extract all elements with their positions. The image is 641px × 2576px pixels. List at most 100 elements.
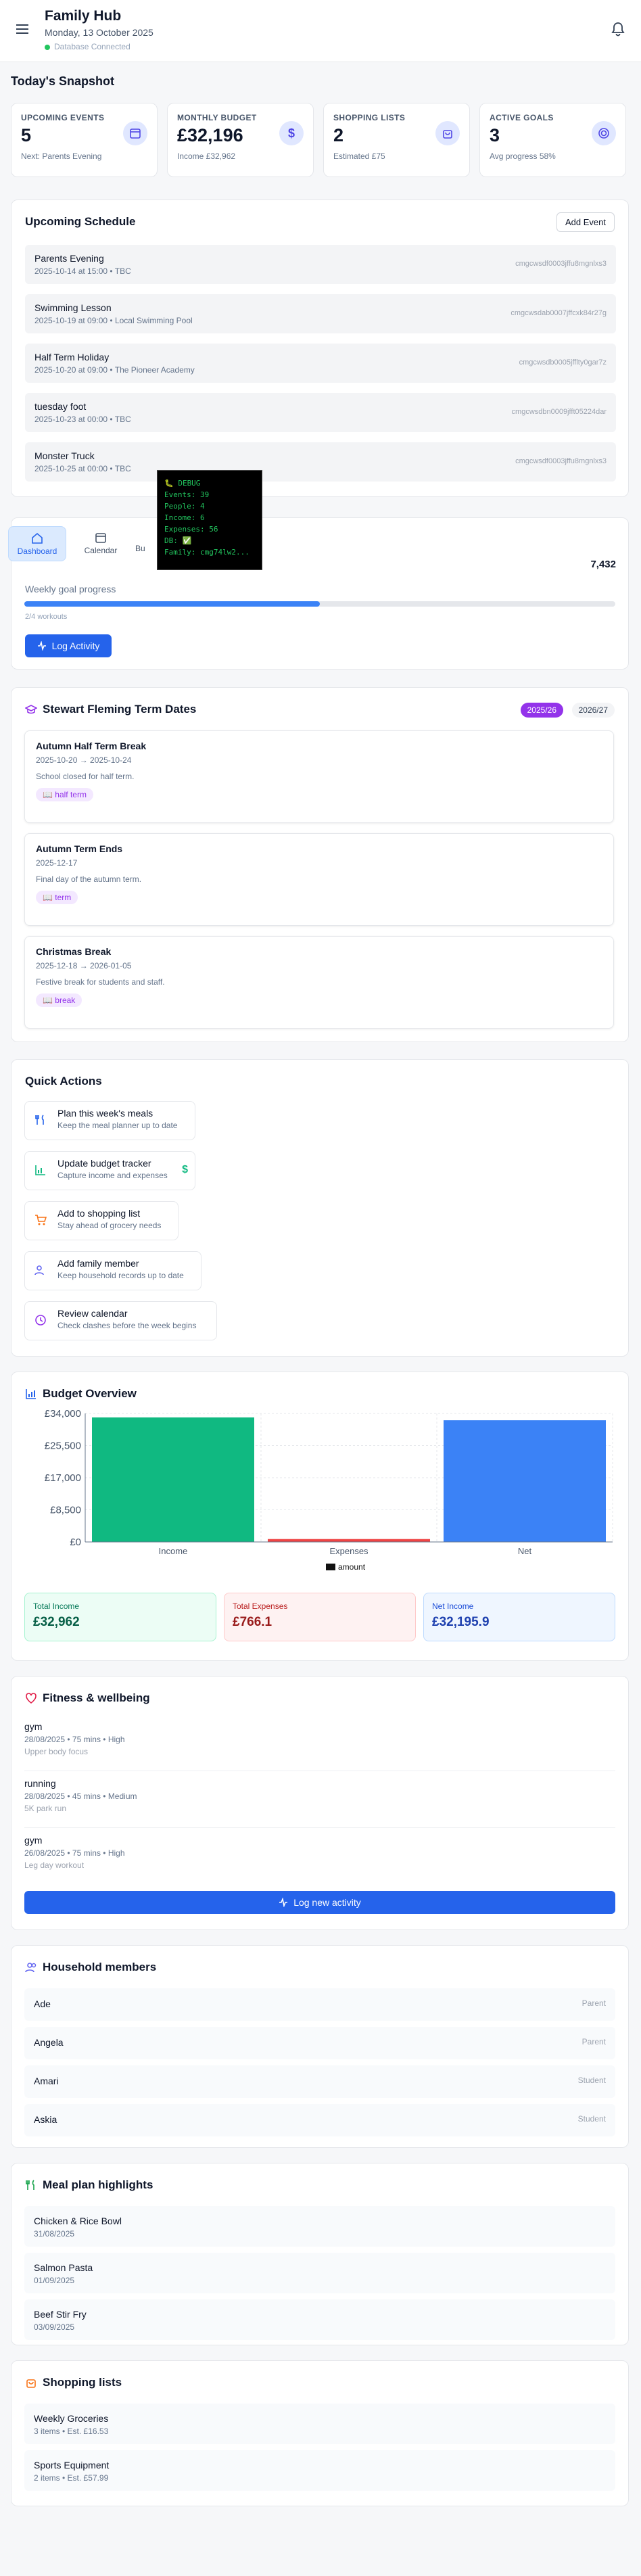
fitness-item[interactable]: running 28/08/2025 • 45 mins • Medium 5K p… — [24, 1778, 615, 1828]
debug-line: 🐛 DEBUG — [164, 479, 201, 488]
event-id: cmgcwsdb0005jffl​ty0gar7z — [519, 358, 607, 367]
list-meta: 2 items • Est. £57.99 — [34, 2473, 109, 2483]
member-role: Student — [577, 2114, 606, 2124]
bar-expenses — [268, 1539, 430, 1542]
event-detail: 2025-10-25 at 00:00 • TBC — [34, 464, 131, 473]
home-icon — [32, 532, 43, 544]
member-name: Ade — [34, 1998, 51, 2009]
year-tab-active[interactable]: 2025/26 — [520, 703, 563, 718]
tab-calendar[interactable]: Calendar — [72, 526, 130, 561]
term-desc: Final day of the autumn term. — [36, 874, 142, 884]
tab-dashboard[interactable]: Dashboard — [8, 526, 66, 561]
term-title-row: Stewart Fleming Term Dates — [25, 703, 196, 716]
add-event-button[interactable]: Add Event — [556, 212, 615, 232]
member-name: Askia — [34, 2114, 57, 2125]
total-income-card: Total Income £32,962 — [24, 1593, 216, 1641]
menu-icon[interactable] — [16, 24, 28, 34]
stat-label: UPCOMING EVENTS — [21, 113, 105, 122]
activity-note: Upper body focus — [24, 1747, 89, 1756]
meal-item[interactable]: Salmon Pasta 01/09/2025 — [24, 2253, 615, 2293]
quick-action[interactable]: Plan this week's meals Keep the meal plan… — [24, 1101, 195, 1140]
meal-name: Chicken & Rice Bowl — [34, 2216, 122, 2226]
action-name: Review calendar — [57, 1308, 128, 1319]
meal-date: 03/09/2025 — [34, 2322, 75, 2332]
debug-line: DB: ✅ — [164, 536, 192, 545]
db-status: Database Connected — [45, 42, 130, 51]
stat-card-shopping[interactable]: SHOPPING LISTS 2 Estimated £75 — [323, 103, 470, 177]
schedule-item[interactable]: Half Term Holiday 2025-10-20 at 09:00 • T… — [25, 344, 616, 383]
log-new-activity-button[interactable]: Log new activity — [24, 1891, 615, 1914]
action-sub: Check clashes before the week begins — [57, 1321, 197, 1330]
activity-name: gym — [24, 1721, 43, 1732]
stat-sub: Estimated £75 — [333, 151, 385, 161]
stat-card-goals[interactable]: ACTIVE GOALS 3 Avg progress 58% — [479, 103, 626, 177]
quick-action[interactable]: Add family member Keep household records … — [24, 1251, 201, 1290]
schedule-card: Upcoming Schedule Add Event Parents Even… — [11, 200, 629, 497]
schedule-title: Upcoming Schedule — [25, 215, 136, 228]
users-icon — [34, 1265, 44, 1275]
term-desc: School closed for half term. — [36, 772, 135, 781]
schedule-item[interactable]: Parents Evening 2025-10-14 at 15:00 • TBC… — [25, 245, 616, 284]
term-tag: 📖 term — [36, 891, 78, 904]
action-sub: Keep the meal planner up to date — [57, 1121, 178, 1130]
stat-label: MONTHLY BUDGET — [177, 113, 257, 122]
tag-label: break — [55, 996, 76, 1005]
meals-title-row: Meal plan highlights — [25, 2178, 153, 2192]
bottom-nav: Dashboard Calendar Bu — [8, 526, 162, 563]
users-icon — [25, 1963, 37, 1973]
activity-icon — [279, 1898, 288, 1907]
member-row[interactable]: Askia Student — [24, 2104, 615, 2136]
x-tick-label: Expenses — [329, 1546, 369, 1556]
action-name: Update budget tracker — [57, 1158, 151, 1169]
members-title: Household members — [43, 1961, 157, 1973]
list-name: Sports Equipment — [34, 2460, 110, 2470]
term-item[interactable]: Autumn Term Ends 2025-12-17 Final day of t… — [24, 833, 614, 926]
action-name: Add family member — [57, 1258, 139, 1269]
quick-action[interactable]: Add to shopping list Stay ahead of grocer… — [24, 1201, 179, 1240]
activity-name: gym — [24, 1835, 43, 1846]
meal-date: 31/08/2025 — [34, 2229, 75, 2239]
quick-action[interactable]: Review calendar Check clashes before the … — [24, 1301, 217, 1340]
quick-action[interactable]: Update budget tracker Capture income and … — [24, 1151, 195, 1190]
fitness-item[interactable]: gym 26/08/2025 • 75 mins • High Leg day wo… — [24, 1835, 615, 1878]
shopping-list[interactable]: Sports Equipment 2 items • Est. £57.99 — [24, 2450, 615, 2491]
total-label: Total Income — [33, 1601, 80, 1611]
stat-card-budget[interactable]: MONTHLY BUDGET £32,196 Income £32,962 $ — [167, 103, 314, 177]
shopping-list[interactable]: Weekly Groceries 3 items • Est. £16.53 — [24, 2404, 615, 2444]
activity-note: Leg day workout — [24, 1860, 85, 1870]
member-row[interactable]: Ade Parent — [24, 1988, 615, 2021]
term-item[interactable]: Christmas Break 2025-12-18 → 2026-01-05 Fe… — [24, 936, 614, 1029]
stat-sub: Income £32,962 — [177, 151, 236, 161]
member-role: Parent — [581, 1998, 606, 2008]
y-tick-label: £34,000 — [45, 1408, 81, 1420]
member-role: Student — [577, 2076, 606, 2085]
activity-meta: 28/08/2025 • 45 mins • Medium — [24, 1792, 137, 1801]
member-name: Amari — [34, 2076, 59, 2086]
stat-card-events[interactable]: UPCOMING EVENTS 5 Next: Parents Evening — [11, 103, 158, 177]
status-dot-icon — [45, 44, 50, 50]
budget-title-row: Budget Overview — [25, 1387, 137, 1401]
term-dates: 2025-12-18 → 2026-01-05 — [36, 961, 132, 970]
stat-sub: Next: Parents Evening — [21, 151, 102, 161]
meal-item[interactable]: Beef Stir Fry 03/09/2025 — [24, 2299, 615, 2340]
clock-icon — [35, 1315, 46, 1326]
goal-progress-bar — [24, 601, 615, 607]
fitness-item[interactable]: gym 28/08/2025 • 75 mins • High Upper body… — [24, 1721, 615, 1771]
bell-icon[interactable] — [611, 22, 625, 37]
term-item[interactable]: Autumn Half Term Break 2025-10-20 → 2025-… — [24, 730, 614, 823]
schedule-item[interactable]: Swimming Lesson 2025-10-19 at 09:00 • Loc… — [25, 294, 616, 333]
meal-name: Beef Stir Fry — [34, 2309, 87, 2320]
year-tab[interactable]: 2026/27 — [571, 703, 615, 718]
event-name: Half Term Holiday — [34, 352, 110, 362]
tag-label: term — [55, 893, 72, 902]
heart-icon — [26, 1693, 37, 1704]
total-label: Net Income — [432, 1601, 474, 1611]
member-row[interactable]: Amari Student — [24, 2065, 615, 2098]
member-row[interactable]: Angela Parent — [24, 2027, 615, 2059]
schedule-item[interactable]: tuesday foot 2025-10-23 at 00:00 • TBC cmg… — [25, 393, 616, 432]
meal-item[interactable]: Chicken & Rice Bowl 31/08/2025 — [24, 2206, 615, 2247]
bar-chart-icon — [26, 1389, 36, 1399]
schedule-item[interactable]: Monster Truck 2025-10-25 at 00:00 • TBC cm… — [25, 442, 616, 482]
log-activity-button[interactable]: Log Activity — [25, 634, 112, 657]
action-sub: Stay ahead of grocery needs — [57, 1221, 162, 1230]
